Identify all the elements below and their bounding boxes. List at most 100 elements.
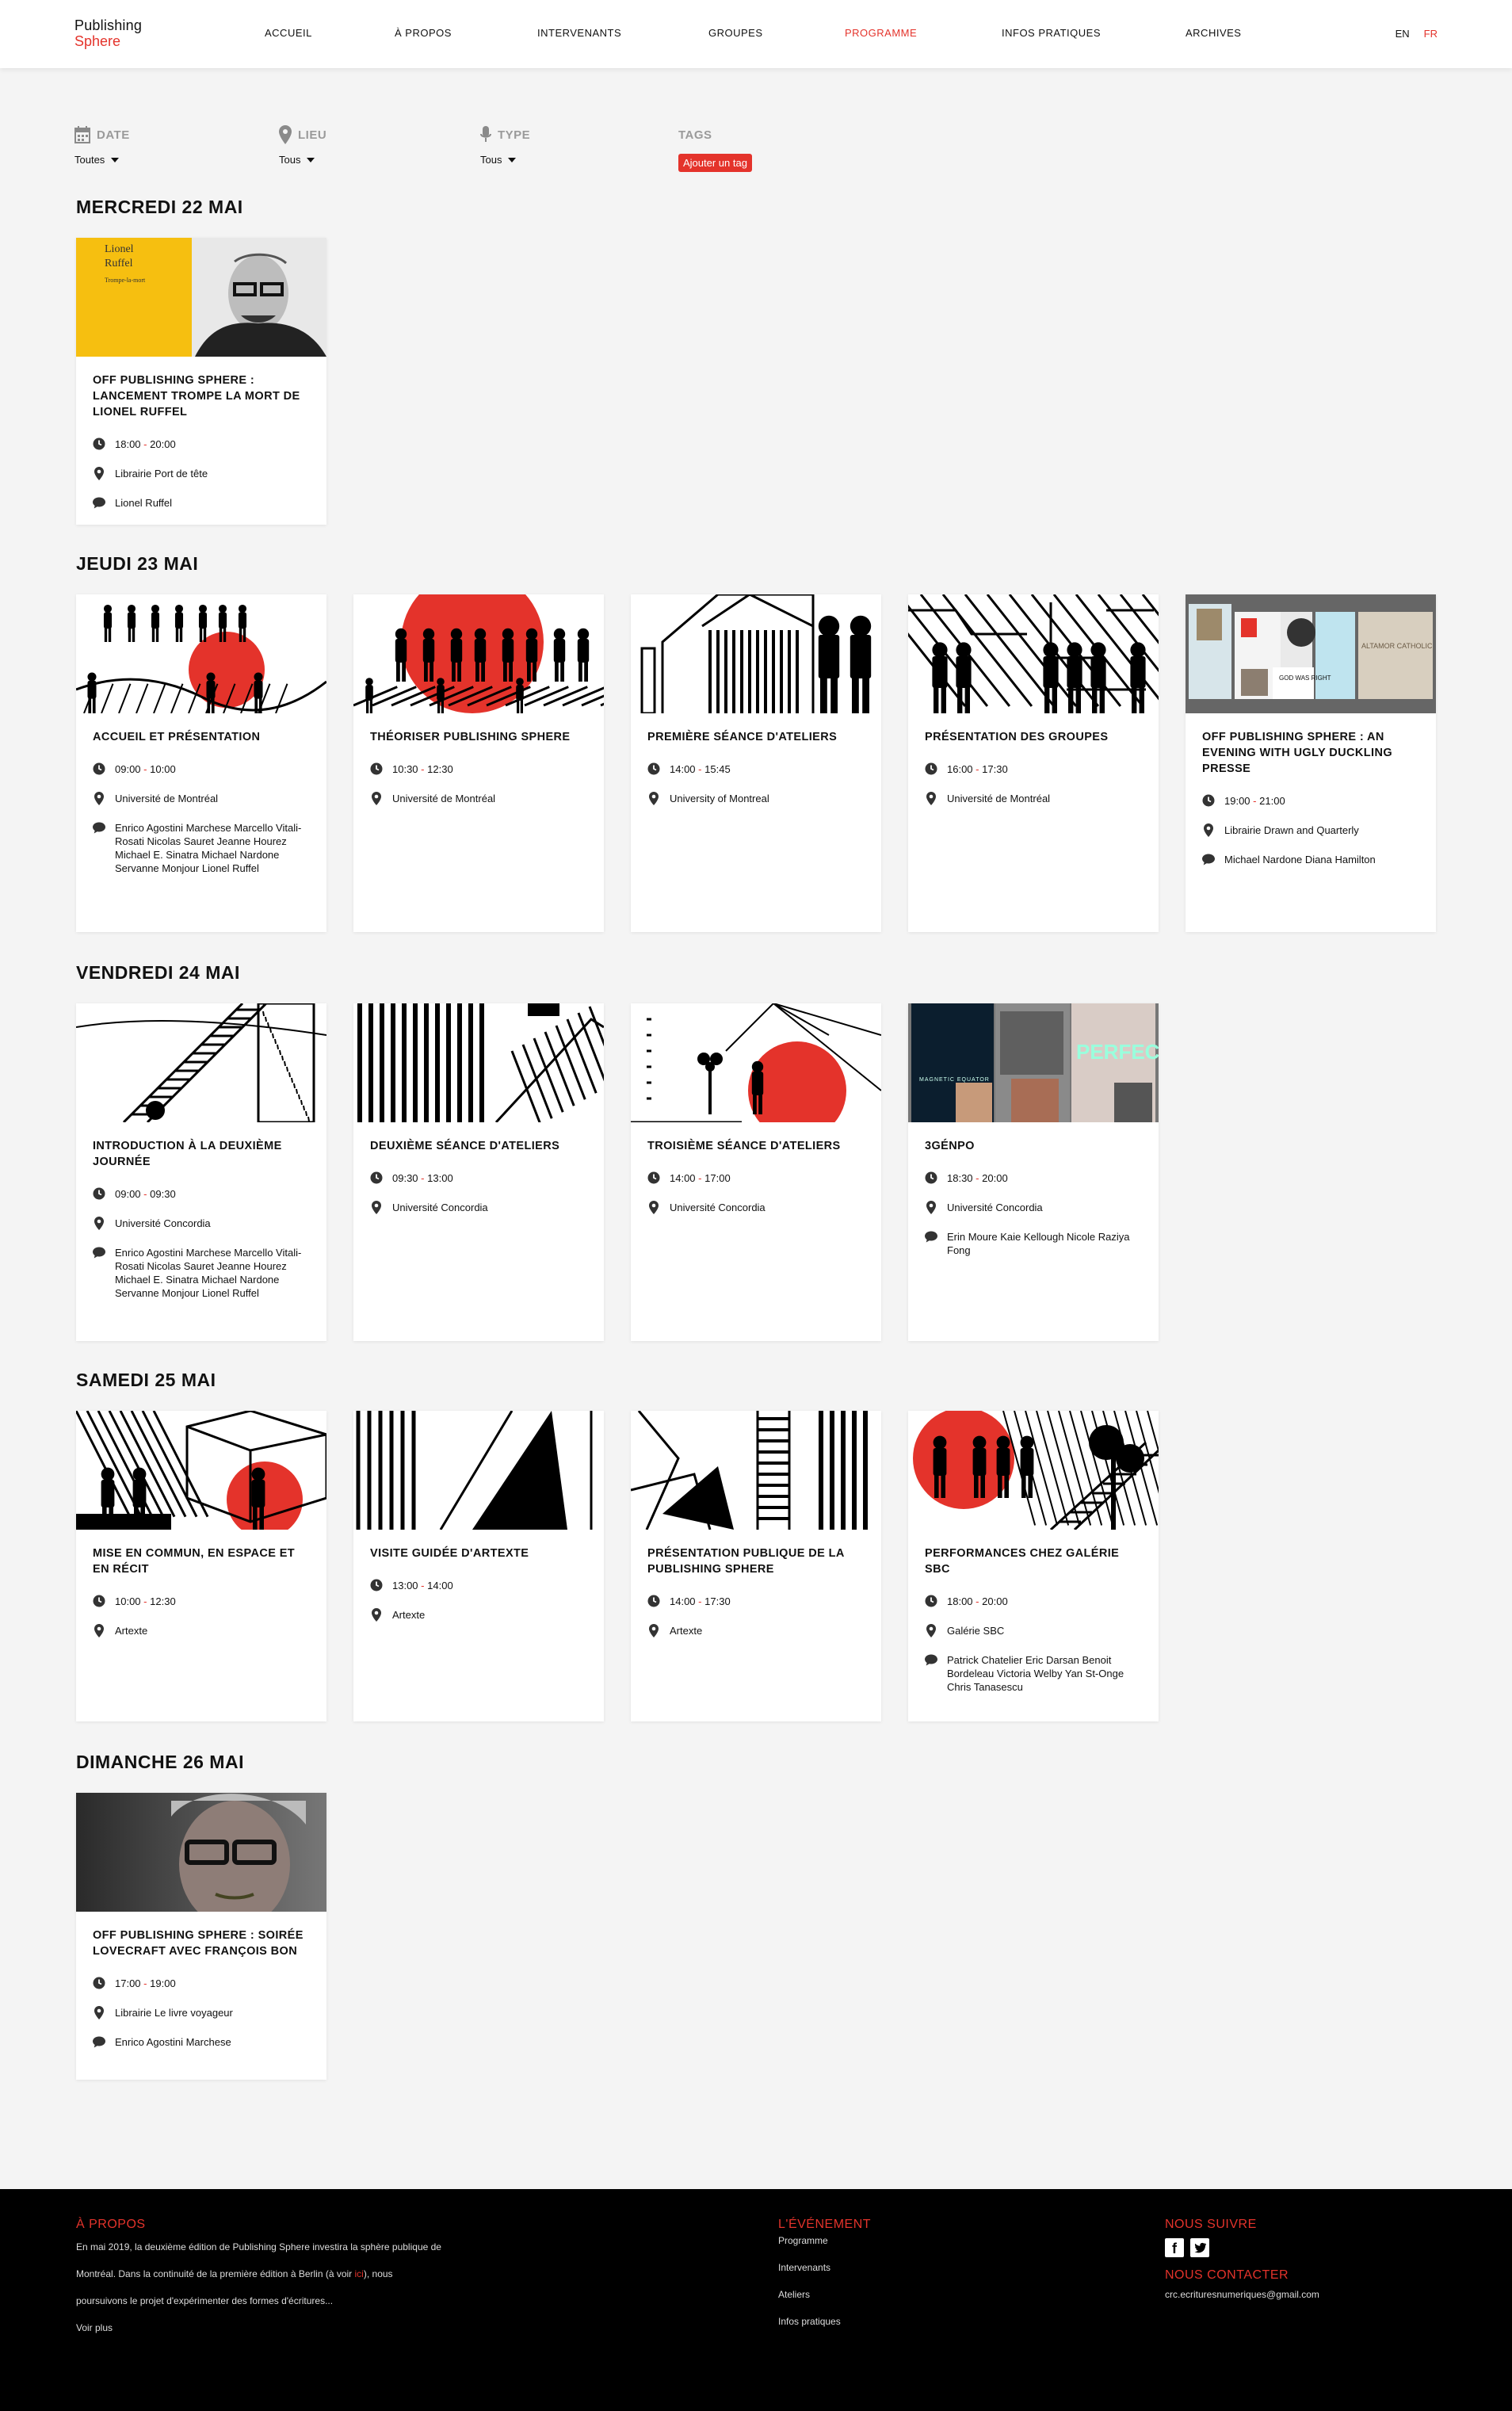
event-place: Université Concordia xyxy=(925,1200,1142,1214)
event-title[interactable]: MISE EN COMMUN, EN ESPACE ET EN RÉCIT xyxy=(93,1546,310,1577)
event-card[interactable]: OFF PUBLISHING SPHERE : SOIRÉE LOVECRAFT… xyxy=(76,1793,326,2080)
map-pin-icon xyxy=(925,1200,937,1214)
map-pin-icon xyxy=(647,791,660,805)
event-time-end: 12:30 xyxy=(427,763,453,775)
event-image[interactable] xyxy=(353,1411,604,1530)
event-title[interactable]: OFF PUBLISHING SPHERE : LANCEMENT TROMPE… xyxy=(93,373,310,420)
footer-link-infos-pratiques[interactable]: Infos pratiques xyxy=(778,2308,1016,2335)
event-people-text: Lionel Ruffel xyxy=(115,497,173,509)
event-card[interactable]: PRÉSENTATION DES GROUPES 16:00 - 17:30 U… xyxy=(908,594,1159,932)
event-time-text: 18:00 - 20:00 xyxy=(115,437,310,451)
event-card-body: DEUXIÈME SÉANCE D'ATELIERS 09:30 - 13:00… xyxy=(353,1122,604,1243)
event-card[interactable]: ALTAMOR CATHOLIC GOD WAS RIGHT OFF PUBLI… xyxy=(1186,594,1436,932)
event-image[interactable] xyxy=(908,1411,1159,1530)
filter-type-value: Tous xyxy=(480,154,502,166)
lang-fr[interactable]: FR xyxy=(1424,28,1438,40)
event-time-text: 18:30 - 20:00 xyxy=(947,1171,1142,1185)
event-card[interactable]: Lionel Ruffel Trompe-la-mort OFF PUBLISH… xyxy=(76,238,326,525)
twitter-icon[interactable] xyxy=(1190,2238,1209,2257)
footer-link-ateliers[interactable]: Ateliers xyxy=(778,2281,1016,2308)
event-image[interactable] xyxy=(631,594,881,713)
event-card[interactable]: VISITE GUIDÉE D'ARTEXTE 13:00 - 14:00 Ar… xyxy=(353,1411,604,1721)
nav-infos-pratiques[interactable]: INFOS PRATIQUES xyxy=(1002,27,1101,39)
footer-contact-title: NOUS CONTACTER xyxy=(1165,2268,1289,2282)
event-card[interactable]: ACCUEIL ET PRÉSENTATION 09:00 - 10:00 Un… xyxy=(76,594,326,932)
svg-text:GOD WAS RIGHT: GOD WAS RIGHT xyxy=(1279,674,1331,682)
event-card[interactable]: MAGNETIC EQUATOR PERFECT 3GÉNPO 18:30 - … xyxy=(908,1003,1159,1341)
event-image[interactable]: MAGNETIC EQUATOR PERFECT xyxy=(908,1003,1159,1122)
event-title[interactable]: PERFORMANCES CHEZ GALÉRIE SBC xyxy=(925,1546,1142,1577)
event-title[interactable]: PRÉSENTATION PUBLIQUE DE LA PUBLISHING S… xyxy=(647,1546,865,1577)
speech-bubble-icon xyxy=(93,821,105,834)
event-title[interactable]: THÉORISER PUBLISHING SPHERE xyxy=(370,729,587,745)
filter-lieu[interactable]: LIEU Tous xyxy=(279,119,326,166)
nav-groupes[interactable]: GROUPES xyxy=(708,27,763,39)
event-image[interactable] xyxy=(76,594,326,713)
event-image[interactable] xyxy=(353,594,604,713)
filter-date-value: Toutes xyxy=(74,154,105,166)
footer-link-programme[interactable]: Programme xyxy=(778,2227,1016,2254)
event-title[interactable]: INTRODUCTION À LA DEUXIÈME JOURNÉE xyxy=(93,1138,310,1170)
event-title[interactable]: 3GÉNPO xyxy=(925,1138,1142,1154)
clock-icon xyxy=(647,762,660,775)
facebook-icon[interactable]: f xyxy=(1165,2238,1184,2257)
nav-propos[interactable]: À PROPOS xyxy=(395,27,452,39)
clock-icon xyxy=(1202,794,1215,807)
time-separator: - xyxy=(421,1580,425,1591)
event-title[interactable]: TROISIÈME SÉANCE D'ATELIERS xyxy=(647,1138,865,1154)
time-separator: - xyxy=(698,1172,702,1184)
event-time-end: 17:00 xyxy=(704,1172,731,1184)
footer-about-line-1: En mai 2019, la deuxième édition de Publ… xyxy=(76,2241,441,2252)
event-card[interactable]: MISE EN COMMUN, EN ESPACE ET EN RÉCIT 10… xyxy=(76,1411,326,1721)
event-image[interactable] xyxy=(353,1003,604,1122)
footer-link-intervenants[interactable]: Intervenants xyxy=(778,2254,1016,2281)
nav-programme[interactable]: PROGRAMME xyxy=(845,27,917,39)
see-more-link[interactable]: Voir plus xyxy=(76,2314,520,2341)
footer-about-link[interactable]: ici xyxy=(355,2268,364,2279)
clock-icon xyxy=(370,1579,383,1591)
filter-type-select[interactable]: Tous xyxy=(480,154,530,166)
event-card[interactable]: DEUXIÈME SÉANCE D'ATELIERS 09:30 - 13:00… xyxy=(353,1003,604,1341)
add-tag-button[interactable]: Ajouter un tag xyxy=(678,154,752,172)
day-title: VENDREDI 24 MAI xyxy=(76,962,240,983)
event-image[interactable] xyxy=(76,1003,326,1122)
event-title[interactable]: VISITE GUIDÉE D'ARTEXTE xyxy=(370,1546,587,1561)
event-place-text: Université Concordia xyxy=(392,1202,488,1213)
nav-accueil[interactable]: ACCUEIL xyxy=(265,27,312,39)
contact-email[interactable]: crc.ecrituresnumeriques@gmail.com xyxy=(1165,2289,1450,2300)
lang-en[interactable]: EN xyxy=(1396,28,1410,40)
event-image[interactable] xyxy=(76,1411,326,1530)
nav-intervenants[interactable]: INTERVENANTS xyxy=(537,27,621,39)
event-title[interactable]: OFF PUBLISHING SPHERE : AN EVENING WITH … xyxy=(1202,729,1419,777)
event-time: 10:00 - 12:30 xyxy=(93,1595,310,1608)
event-image[interactable] xyxy=(76,1793,326,1912)
event-card[interactable]: PERFORMANCES CHEZ GALÉRIE SBC 18:00 - 20… xyxy=(908,1411,1159,1721)
event-title[interactable]: ACCUEIL ET PRÉSENTATION xyxy=(93,729,310,745)
site-logo[interactable]: Publishing Sphere xyxy=(74,17,142,49)
event-card[interactable]: PRÉSENTATION PUBLIQUE DE LA PUBLISHING S… xyxy=(631,1411,881,1721)
filter-date-select[interactable]: Toutes xyxy=(74,154,130,166)
clock-icon xyxy=(925,1595,937,1607)
filter-date[interactable]: DATE Toutes xyxy=(74,119,130,166)
nav-archives[interactable]: ARCHIVES xyxy=(1186,27,1241,39)
event-image[interactable] xyxy=(631,1411,881,1530)
event-place-text: Artexte xyxy=(392,1609,426,1621)
filter-type[interactable]: TYPE Tous xyxy=(480,119,530,166)
event-image[interactable]: ALTAMOR CATHOLIC GOD WAS RIGHT xyxy=(1186,594,1436,713)
event-title[interactable]: DEUXIÈME SÉANCE D'ATELIERS xyxy=(370,1138,587,1154)
event-card[interactable]: PREMIÈRE SÉANCE D'ATELIERS 14:00 - 15:45… xyxy=(631,594,881,932)
event-image[interactable]: Lionel Ruffel Trompe-la-mort xyxy=(76,238,326,357)
event-time: 14:00 - 17:30 xyxy=(647,1595,865,1608)
event-image[interactable] xyxy=(631,1003,881,1122)
event-image[interactable] xyxy=(908,594,1159,713)
event-title[interactable]: PRÉSENTATION DES GROUPES xyxy=(925,729,1142,745)
event-time: 19:00 - 21:00 xyxy=(1202,794,1419,808)
event-card[interactable]: INTRODUCTION À LA DEUXIÈME JOURNÉE 09:00… xyxy=(76,1003,326,1341)
event-title[interactable]: OFF PUBLISHING SPHERE : SOIRÉE LOVECRAFT… xyxy=(93,1928,310,1959)
event-title[interactable]: PREMIÈRE SÉANCE D'ATELIERS xyxy=(647,729,865,745)
filter-lieu-select[interactable]: Tous xyxy=(279,154,326,166)
event-card[interactable]: THÉORISER PUBLISHING SPHERE 10:30 - 12:3… xyxy=(353,594,604,932)
event-time-start: 10:30 xyxy=(392,763,418,775)
event-card-body: 3GÉNPO 18:30 - 20:00 Université Concordi… xyxy=(908,1122,1159,1286)
event-card[interactable]: TROISIÈME SÉANCE D'ATELIERS 14:00 - 17:0… xyxy=(631,1003,881,1341)
